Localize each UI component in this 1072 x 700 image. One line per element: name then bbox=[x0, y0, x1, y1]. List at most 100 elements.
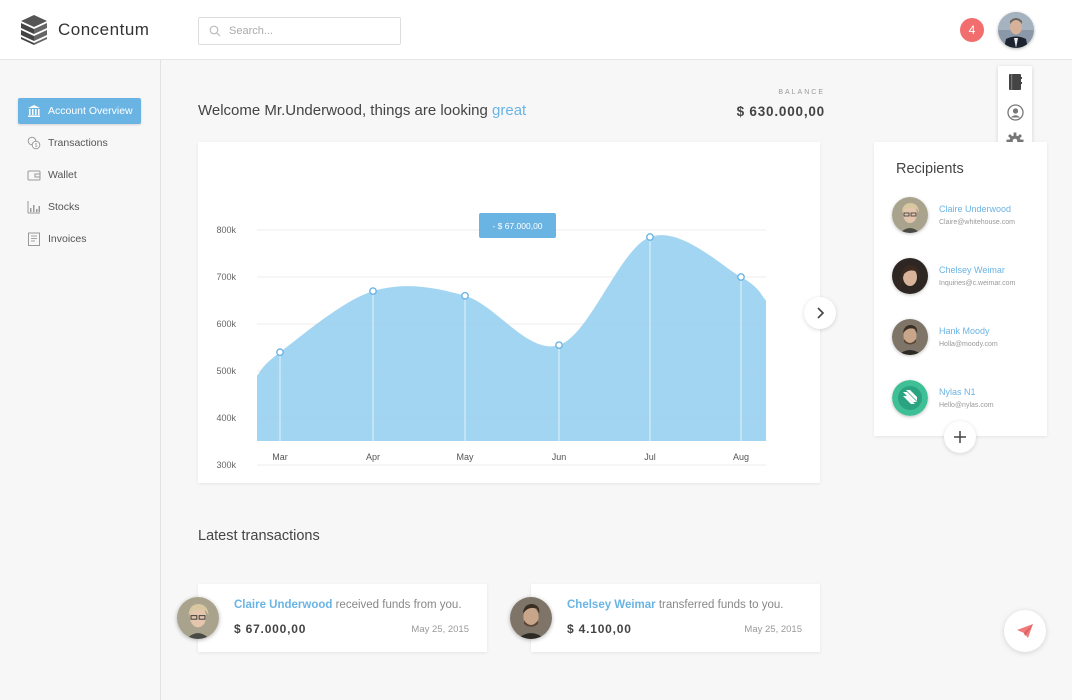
balance-value: $ 630.000,00 bbox=[736, 104, 825, 119]
data-point bbox=[555, 341, 563, 350]
recipient-name: Hank Moody bbox=[939, 326, 990, 336]
transaction-card[interactable]: Chelsey Weimar transferred funds to you.… bbox=[531, 584, 820, 652]
user-avatar[interactable] bbox=[998, 12, 1034, 48]
transaction-avatar bbox=[510, 597, 552, 639]
recipients-title: Recipients bbox=[896, 161, 964, 177]
welcome-text: Welcome Mr.Underwood, things are looking bbox=[198, 102, 493, 119]
sidebar-item-label: Invoices bbox=[48, 233, 87, 245]
x-tick-label: Aug bbox=[733, 452, 749, 462]
avatar-image bbox=[177, 597, 219, 639]
balance-label: BALANCE bbox=[778, 89, 825, 96]
avatar-image bbox=[892, 319, 928, 355]
coins-icon: $ bbox=[27, 136, 41, 150]
data-point bbox=[737, 273, 745, 281]
recipient-item[interactable]: Chelsey Weimar Inquiries@c.weimar.com bbox=[892, 258, 1042, 298]
sidebar-item-label: Wallet bbox=[48, 169, 77, 181]
paper-plane-icon bbox=[1017, 624, 1033, 638]
notebook-icon bbox=[1009, 74, 1022, 90]
recipient-name: Nylas N1 bbox=[939, 387, 976, 397]
y-tick-label: 600k bbox=[216, 319, 236, 329]
x-tick-label: Jun bbox=[552, 452, 567, 462]
profile-menu-item[interactable] bbox=[1005, 102, 1025, 122]
balance-chart-svg: 300k 400k 500k 600k 700k 800k Mar Apr May Jun Jul A… bbox=[216, 213, 766, 470]
bank-icon bbox=[28, 105, 40, 117]
sidebar-item-transactions[interactable]: $ Transactions bbox=[18, 130, 141, 156]
sidebar-item-invoices[interactable]: Invoices bbox=[18, 226, 141, 252]
logo-icon bbox=[21, 15, 47, 45]
transaction-name[interactable]: Chelsey Weimar bbox=[567, 599, 656, 611]
search-box[interactable] bbox=[198, 17, 401, 45]
logo[interactable]: Concentum bbox=[20, 14, 149, 46]
sidebar-item-label: Transactions bbox=[48, 137, 108, 149]
search-icon bbox=[209, 25, 221, 37]
plus-icon bbox=[954, 431, 966, 443]
avatar-image bbox=[892, 258, 928, 294]
recipient-item[interactable]: Claire Underwood Claire@whitehouse.com bbox=[892, 197, 1042, 237]
transaction-date: May 25, 2015 bbox=[744, 624, 802, 635]
bar-chart-icon bbox=[27, 201, 40, 214]
search-input[interactable] bbox=[229, 25, 389, 37]
sidebar-item-label: Account Overview bbox=[48, 105, 133, 117]
recipient-avatar bbox=[892, 319, 928, 355]
balance-chart: 300k 400k 500k 600k 700k 800k Mar Apr May Jun Jul A… bbox=[198, 142, 820, 483]
user-avatar-image bbox=[998, 12, 1034, 48]
chart-area bbox=[257, 235, 766, 441]
data-point bbox=[276, 348, 284, 357]
transaction-description: Claire Underwood received funds from you… bbox=[234, 599, 462, 611]
chart-next-button[interactable] bbox=[804, 297, 836, 329]
notebook-menu-item[interactable] bbox=[1005, 72, 1025, 92]
transaction-action: transferred funds to you. bbox=[655, 599, 784, 611]
welcome-accent: great bbox=[492, 102, 527, 119]
send-money-button[interactable] bbox=[1004, 610, 1046, 652]
x-tick-label: Mar bbox=[272, 452, 288, 462]
wallet-icon bbox=[27, 170, 41, 181]
nylas-logo-icon bbox=[892, 380, 928, 416]
top-bar: Concentum 4 bbox=[0, 0, 1072, 60]
sidebar-item-account-overview[interactable]: Account Overview bbox=[18, 98, 141, 124]
y-tick-label: 800k bbox=[216, 225, 236, 235]
transaction-amount: $ 67.000,00 bbox=[234, 622, 307, 636]
add-recipient-button[interactable] bbox=[944, 421, 976, 453]
transaction-description: Chelsey Weimar transferred funds to you. bbox=[567, 599, 784, 611]
sidebar: Account Overview $ Transactions Wallet S… bbox=[0, 60, 161, 700]
recipient-email: Holla@moody.com bbox=[939, 341, 998, 348]
x-tick-label: May bbox=[456, 452, 474, 462]
recipient-avatar bbox=[892, 197, 928, 233]
sidebar-item-label: Stocks bbox=[48, 201, 80, 213]
recipients-panel: Recipients Claire Underwood Claire@white… bbox=[874, 142, 1047, 436]
svg-text:$: $ bbox=[35, 143, 38, 149]
app-name: Concentum bbox=[58, 20, 150, 39]
transaction-date: May 25, 2015 bbox=[411, 624, 469, 635]
x-tick-label: Apr bbox=[366, 452, 380, 462]
welcome-message: Welcome Mr.Underwood, things are looking… bbox=[198, 102, 526, 119]
chart-tooltip-label: - $ 67.000,00 bbox=[492, 221, 542, 231]
recipient-email: Inquiries@c.weimar.com bbox=[939, 280, 1016, 287]
data-point bbox=[646, 233, 654, 241]
transaction-name[interactable]: Claire Underwood bbox=[234, 599, 332, 611]
transactions-title: Latest transactions bbox=[198, 528, 320, 544]
data-point bbox=[369, 287, 377, 296]
transaction-card[interactable]: Claire Underwood received funds from you… bbox=[198, 584, 487, 652]
notification-badge[interactable]: 4 bbox=[960, 18, 984, 42]
y-tick-label: 700k bbox=[216, 272, 236, 282]
chevron-right-icon bbox=[817, 307, 825, 319]
recipient-name: Chelsey Weimar bbox=[939, 265, 1005, 275]
sidebar-item-wallet[interactable]: Wallet bbox=[18, 162, 141, 188]
transaction-action: received funds from you. bbox=[332, 599, 462, 611]
y-tick-label: 300k bbox=[216, 460, 236, 470]
avatar-image bbox=[510, 597, 552, 639]
transaction-amount: $ 4.100,00 bbox=[567, 622, 632, 636]
recipient-item[interactable]: Hank Moody Holla@moody.com bbox=[892, 319, 1042, 359]
recipient-avatar bbox=[892, 380, 928, 416]
avatar-image bbox=[892, 197, 928, 233]
transaction-avatar bbox=[177, 597, 219, 639]
data-point bbox=[461, 291, 469, 300]
recipient-item[interactable]: Nylas N1 Hello@nylas.com bbox=[892, 380, 1042, 420]
y-tick-label: 400k bbox=[216, 413, 236, 423]
recipient-email: Claire@whitehouse.com bbox=[939, 219, 1015, 226]
x-tick-label: Jul bbox=[644, 452, 656, 462]
recipient-email: Hello@nylas.com bbox=[939, 402, 994, 409]
y-tick-label: 500k bbox=[216, 366, 236, 376]
sidebar-item-stocks[interactable]: Stocks bbox=[18, 194, 141, 220]
profile-icon bbox=[1006, 103, 1024, 121]
